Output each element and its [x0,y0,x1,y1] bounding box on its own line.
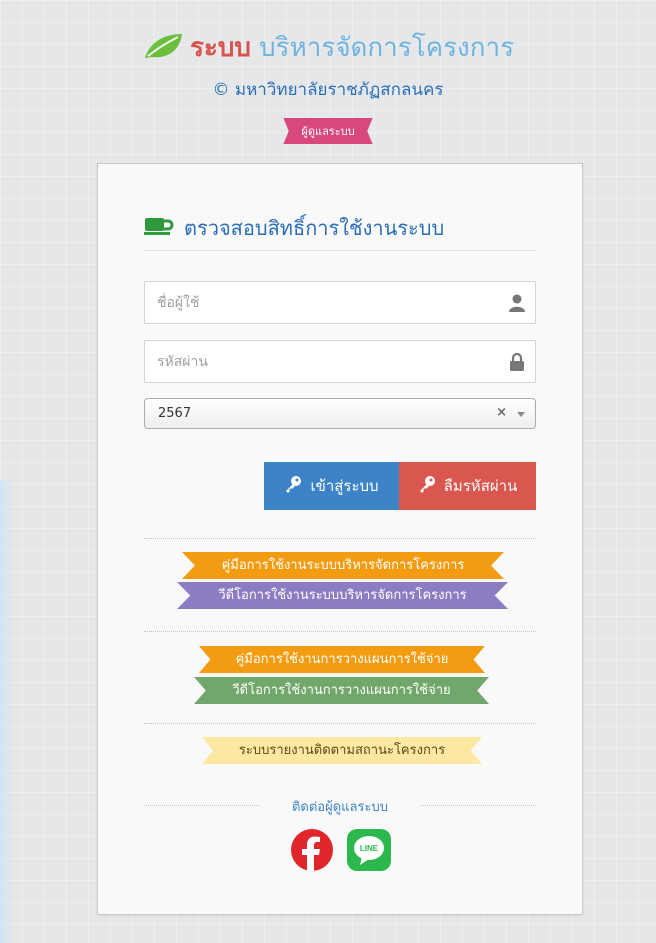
brand-header: ระบบ บริหารจัดการโครงการ © มหาวิทยาลัยรา… [0,30,656,103]
manual-project-link[interactable]: คู่มือการใช้งานระบบบริหารจัดการโครงการ [182,552,504,579]
lock-icon [509,352,525,375]
username-input[interactable] [145,282,499,323]
line-icon-text: LINE [360,844,379,853]
app-title-part2: บริหารจัดการโครงการ [259,33,515,63]
fiscal-year-select[interactable]: 2567 × [144,398,536,429]
username-field[interactable] [144,281,536,324]
forgot-label: ลืมรหัสผ่าน [443,478,518,495]
contact-section: ติดต่อผู้ดูแลระบบ [144,797,536,815]
line-icon[interactable]: LINE [346,828,392,876]
chevron-down-icon[interactable] [517,412,525,417]
login-button[interactable]: เข้าสู่ระบบ [264,462,399,510]
user-icon [509,294,525,316]
password-input[interactable] [145,341,499,382]
app-title-part1: ระบบ [189,33,251,63]
key-icon [418,475,436,497]
divider [144,631,536,632]
video-plan-link[interactable]: วีดีโอการใช้งานการวางแผนการใช้จ่าย [194,677,489,704]
clear-selection-button[interactable]: × [496,405,507,420]
card-header: ตรวจสอบสิทธิ์การใช้งานระบบ [144,212,537,251]
password-field[interactable] [144,340,536,383]
key-icon [284,475,302,497]
admin-ribbon: ผู้ดูแลระบบ [283,118,373,144]
forgot-password-button[interactable]: ลืมรหัสผ่าน [399,462,536,510]
card-title: ตรวจสอบสิทธิ์การใช้งานระบบ [184,216,445,240]
video-project-link[interactable]: วีดีโอการใช้งานระบบบริหารจัดการโครงการ [177,582,508,609]
login-label: เข้าสู่ระบบ [310,478,379,495]
copyright-subtitle: © มหาวิทยาลัยราชภัฏสกลนคร [212,80,444,100]
coffee-cup-icon [144,216,174,240]
manual-plan-link[interactable]: คู่มือการใช้งานการวางแผนการใช้จ่าย [199,646,485,673]
status-report-link[interactable]: ระบบรายงานติดตามสถานะโครงการ [202,737,482,764]
leaf-icon [142,32,184,70]
left-edge-glow [0,480,14,943]
contact-admin-label: ติดต่อผู้ดูแลระบบ [291,800,388,815]
login-card: ตรวจสอบสิทธิ์การใช้งานระบบ 2567 × [97,163,583,915]
fiscal-year-value: 2567 [158,406,192,421]
admin-ribbon-wrap: ผู้ดูแลระบบ [0,118,656,144]
divider [144,723,536,724]
facebook-icon[interactable] [290,828,334,876]
divider [144,538,536,539]
app-title: ระบบ บริหารจัดการโครงการ [0,30,656,70]
